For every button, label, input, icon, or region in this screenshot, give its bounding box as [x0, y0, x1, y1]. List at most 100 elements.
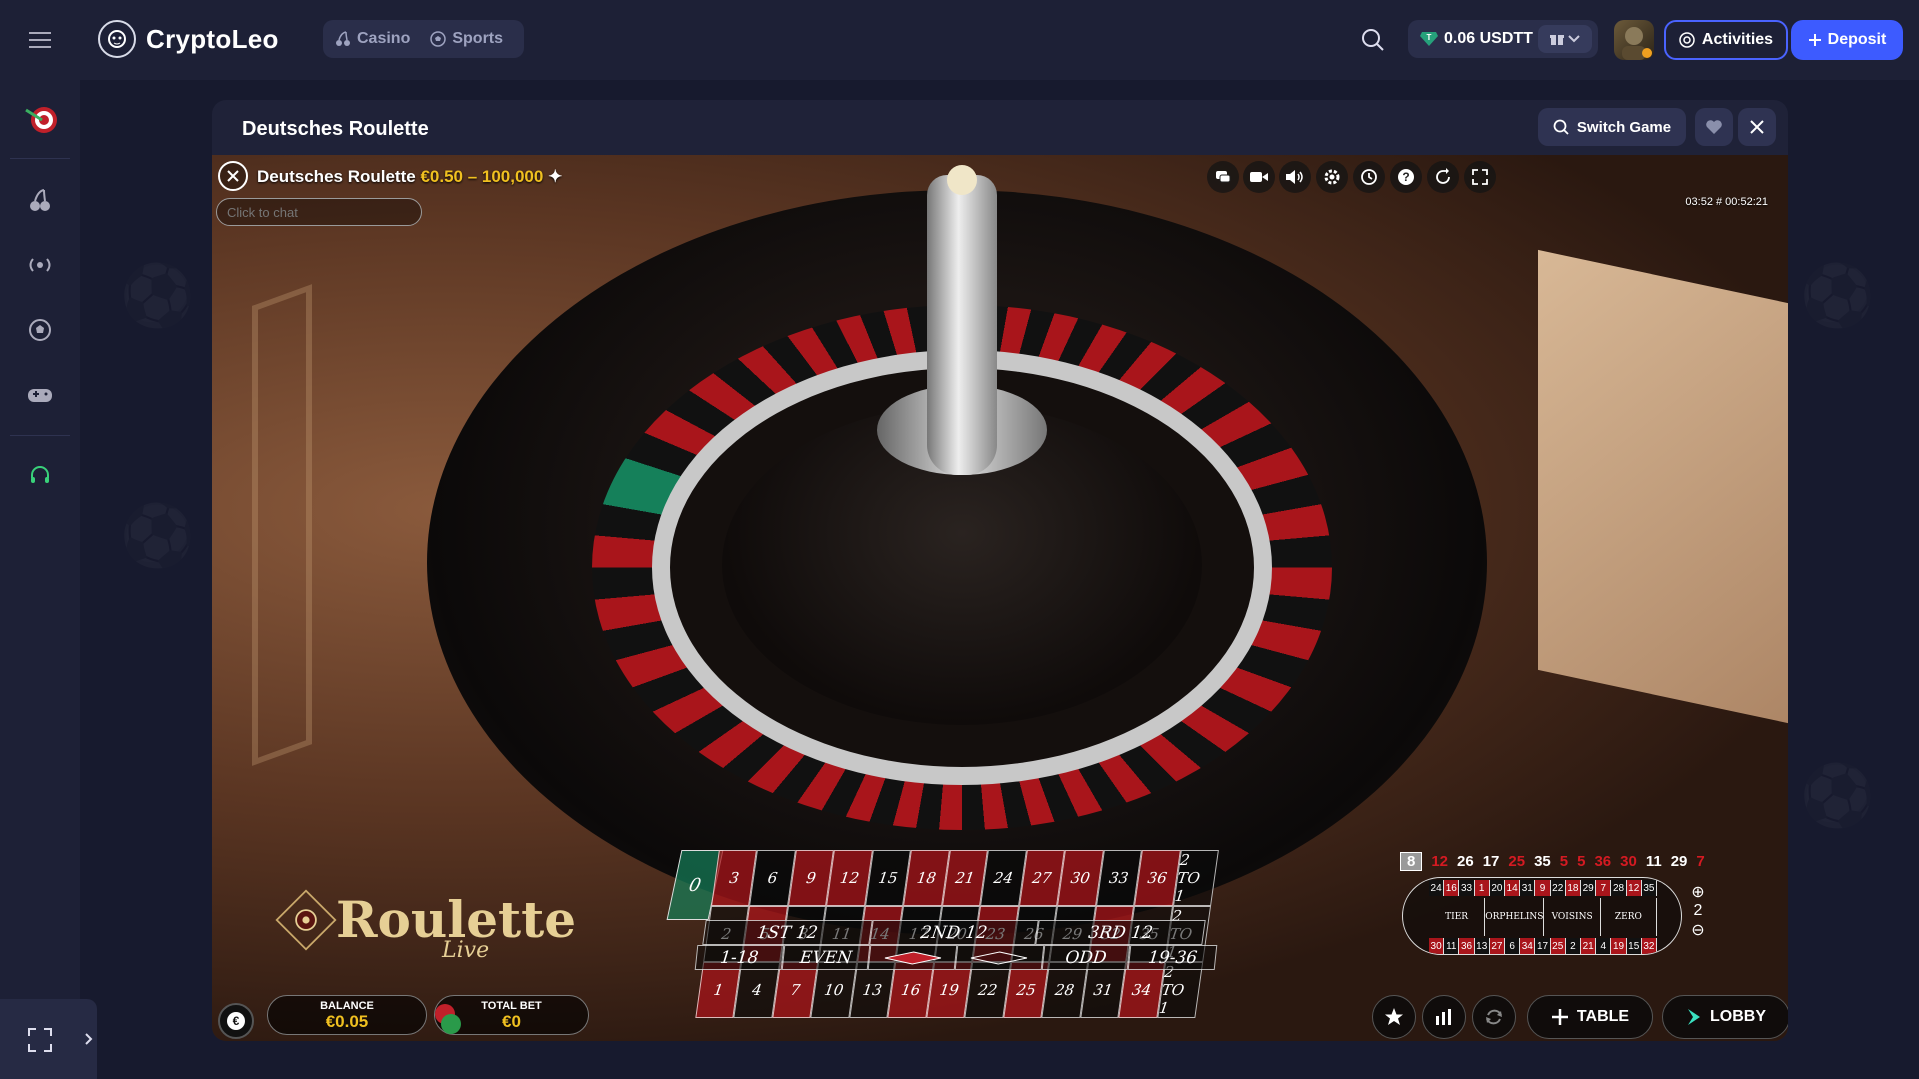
- racetrack-section[interactable]: ORPHELINS: [1485, 898, 1545, 936]
- fullscreen-toggle[interactable]: [0, 999, 97, 1079]
- video-camera-icon: [1250, 172, 1268, 182]
- search-icon: [1553, 119, 1569, 135]
- video-button[interactable]: [1243, 161, 1275, 193]
- statistics-button[interactable]: [1422, 995, 1466, 1039]
- support-headset-icon[interactable]: [20, 456, 60, 496]
- outside-bet[interactable]: 1-18: [694, 945, 784, 970]
- racetrack-number[interactable]: 31: [1520, 880, 1536, 896]
- racetrack-bottom-row: 30 11 36 13 27 6 34 17 25 2 21 4 19 15 32: [1429, 938, 1658, 954]
- svg-text:€: €: [233, 1014, 240, 1028]
- racetrack-sections: TIER ORPHELINS VOISINS ZERO: [1429, 898, 1657, 936]
- racetrack-number[interactable]: 6: [1505, 938, 1521, 954]
- dozen-bet[interactable]: 1ST 12: [702, 920, 873, 945]
- racetrack-number[interactable]: 24: [1429, 880, 1445, 896]
- wallet-balance[interactable]: T 0.06 USDTT: [1408, 20, 1598, 58]
- plus-icon: [1551, 1009, 1568, 1025]
- reload-button[interactable]: [1427, 161, 1459, 193]
- racetrack-zoom: ⊕ 2 ⊖: [1686, 882, 1710, 940]
- racetrack-section[interactable]: ZERO: [1601, 898, 1657, 936]
- settings-button[interactable]: [1316, 161, 1348, 193]
- racetrack-number[interactable]: 17: [1535, 938, 1551, 954]
- racetrack-number[interactable]: 13: [1474, 938, 1490, 954]
- racetrack-number[interactable]: 36: [1459, 938, 1475, 954]
- racetrack-number[interactable]: 35: [1641, 880, 1658, 896]
- total-bet-display: TOTAL BET €0: [434, 995, 589, 1035]
- zoom-out-button[interactable]: ⊖: [1686, 920, 1710, 940]
- racetrack-number[interactable]: 2: [1565, 938, 1582, 954]
- outside-bet[interactable]: EVEN: [781, 945, 871, 970]
- soccer-ball-icon[interactable]: [20, 310, 60, 350]
- racetrack-number[interactable]: 20: [1489, 880, 1506, 896]
- zoom-in-button[interactable]: ⊕: [1686, 882, 1710, 902]
- history-result: 17: [1482, 853, 1500, 870]
- menu-icon[interactable]: [20, 20, 60, 60]
- sound-button[interactable]: [1279, 161, 1311, 193]
- dozen-bet[interactable]: 3RD 12: [1035, 920, 1206, 945]
- racetrack-section[interactable]: TIER: [1429, 898, 1486, 936]
- bet-spot-number[interactable]: 2 TO 1: [1172, 850, 1219, 906]
- fullscreen-button[interactable]: [1464, 161, 1496, 193]
- repeat-bet-button[interactable]: [1472, 995, 1516, 1039]
- help-button[interactable]: ?: [1390, 161, 1422, 193]
- racetrack[interactable]: 24 16 33 1 20 14 31 9 22 18 29 7 28 12 35 TIER ORPHELIN…: [1402, 877, 1682, 955]
- racetrack-section[interactable]: VOISINS: [1544, 898, 1601, 936]
- racetrack-number[interactable]: 9: [1535, 880, 1551, 896]
- racetrack-number[interactable]: 25: [1550, 938, 1566, 954]
- activities-button[interactable]: Activities: [1664, 20, 1788, 60]
- nav-sports[interactable]: Sports: [430, 30, 503, 48]
- racetrack-number[interactable]: 4: [1596, 938, 1612, 954]
- racetrack-number[interactable]: 27: [1489, 938, 1506, 954]
- close-game-button[interactable]: [1738, 108, 1776, 146]
- dartboard-icon[interactable]: [20, 100, 60, 140]
- racetrack-number[interactable]: 1: [1474, 880, 1490, 896]
- switch-game-button[interactable]: Switch Game: [1538, 108, 1686, 146]
- racetrack-number[interactable]: 30: [1429, 938, 1445, 954]
- favorite-button[interactable]: [1695, 108, 1733, 146]
- racetrack-number[interactable]: 19: [1611, 938, 1627, 954]
- currency-button[interactable]: €: [218, 1003, 254, 1039]
- dozen-bet[interactable]: 2ND 12: [868, 920, 1040, 945]
- racetrack-number[interactable]: 32: [1641, 938, 1658, 954]
- racetrack-number[interactable]: 34: [1520, 938, 1536, 954]
- gear-icon: [1324, 169, 1340, 185]
- black-bet[interactable]: [954, 945, 1044, 970]
- racetrack-number[interactable]: 21: [1581, 938, 1597, 954]
- chevron-down-icon: [1568, 35, 1580, 43]
- brand-logo[interactable]: CryptoLeo: [98, 20, 279, 58]
- chat-toggle-button[interactable]: [1207, 161, 1239, 193]
- pin-icon[interactable]: ✦: [548, 167, 562, 186]
- racetrack-number[interactable]: 14: [1505, 880, 1521, 896]
- outside-bet[interactable]: ODD: [1041, 945, 1131, 970]
- roulette-live-brand: Roulette Live: [275, 888, 576, 963]
- add-table-button[interactable]: TABLE: [1527, 995, 1653, 1039]
- exit-game-button[interactable]: [218, 161, 248, 191]
- live-broadcast-icon[interactable]: [20, 245, 60, 285]
- racetrack-number[interactable]: 28: [1611, 880, 1627, 896]
- gamepad-icon[interactable]: [20, 375, 60, 415]
- red-bet[interactable]: [868, 945, 958, 970]
- racetrack-number[interactable]: 12: [1626, 880, 1642, 896]
- lobby-button[interactable]: LOBBY: [1662, 995, 1788, 1039]
- racetrack-number[interactable]: 29: [1581, 880, 1597, 896]
- history-button[interactable]: [1353, 161, 1385, 193]
- search-button[interactable]: [1355, 22, 1391, 58]
- cherry-icon[interactable]: [20, 180, 60, 220]
- chat-input[interactable]: [216, 198, 422, 226]
- racetrack-number[interactable]: 33: [1459, 880, 1475, 896]
- outside-bet[interactable]: 19-36: [1128, 945, 1218, 970]
- favourite-bets-button[interactable]: [1372, 995, 1416, 1039]
- game-frame: Deutsches Roulette Switch Game Deutsches…: [212, 100, 1788, 1041]
- repeat-icon: [1486, 1009, 1502, 1025]
- racetrack-number[interactable]: 18: [1565, 880, 1582, 896]
- wallet-dropdown[interactable]: [1538, 25, 1592, 53]
- bet-spot-number[interactable]: 2 TO 1: [1156, 962, 1204, 1018]
- user-avatar[interactable]: [1614, 20, 1654, 60]
- racetrack-number[interactable]: 22: [1550, 880, 1566, 896]
- racetrack-number[interactable]: 11: [1444, 938, 1460, 954]
- dozen-bets: 1ST 12 2ND 12 3RD 12: [702, 920, 1206, 945]
- nav-casino[interactable]: Casino: [335, 30, 410, 48]
- racetrack-number[interactable]: 15: [1626, 938, 1642, 954]
- racetrack-number[interactable]: 7: [1596, 880, 1612, 896]
- deposit-button[interactable]: Deposit: [1791, 20, 1903, 60]
- racetrack-number[interactable]: 16: [1444, 880, 1460, 896]
